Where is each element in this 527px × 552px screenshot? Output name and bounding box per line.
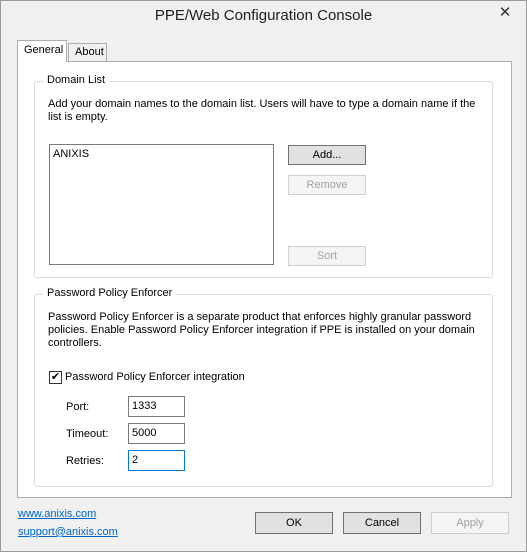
domain-list-item[interactable]: ANIXIS <box>53 148 270 160</box>
domain-list-description: Add your domain names to the domain list… <box>48 98 476 123</box>
tab-about[interactable]: About <box>68 43 107 61</box>
remove-button-label: Remove <box>306 179 348 191</box>
domain-listbox[interactable]: ANIXIS <box>49 144 274 265</box>
retries-label: Retries: <box>66 455 104 467</box>
ppe-group: Password Policy Enforcer Password Policy… <box>34 287 493 487</box>
timeout-label: Timeout: <box>66 428 109 440</box>
sort-button-label: Sort <box>316 250 338 262</box>
general-tab-panel: Domain List Add your domain names to the… <box>17 61 512 498</box>
add-button-label: Add... <box>312 149 342 161</box>
window-title: PPE/Web Configuration Console <box>154 7 373 24</box>
title-bar[interactable]: PPE/Web Configuration Console ✕ <box>1 1 526 32</box>
ppe-integration-label[interactable]: Password Policy Enforcer integration <box>65 371 245 383</box>
retries-input[interactable]: 2 <box>128 450 185 471</box>
port-input[interactable]: 1333 <box>128 396 185 417</box>
domain-list-group-title: Domain List <box>43 74 110 86</box>
ppe-description: Password Policy Enforcer is a separate p… <box>48 311 475 349</box>
remove-domain-button[interactable]: Remove <box>288 175 366 195</box>
ppe-group-title: Password Policy Enforcer <box>43 287 177 299</box>
sort-domains-button[interactable]: Sort <box>288 246 366 266</box>
website-link[interactable]: www.anixis.com <box>18 508 96 520</box>
tab-general[interactable]: General <box>17 40 67 62</box>
support-email-link[interactable]: support@anixis.com <box>18 526 118 538</box>
port-label: Port: <box>66 401 90 413</box>
config-window: PPE/Web Configuration Console ✕ General … <box>0 0 527 552</box>
ok-button[interactable]: OK <box>255 512 333 534</box>
apply-button[interactable]: Apply <box>431 512 509 534</box>
ppe-integration-checkbox[interactable]: ✔ <box>49 371 62 384</box>
timeout-input[interactable]: 5000 <box>128 423 185 444</box>
add-domain-button[interactable]: Add... <box>288 145 366 165</box>
cancel-button[interactable]: Cancel <box>343 512 421 534</box>
close-icon[interactable]: ✕ <box>488 1 522 23</box>
domain-list-group: Domain List Add your domain names to the… <box>34 74 493 278</box>
